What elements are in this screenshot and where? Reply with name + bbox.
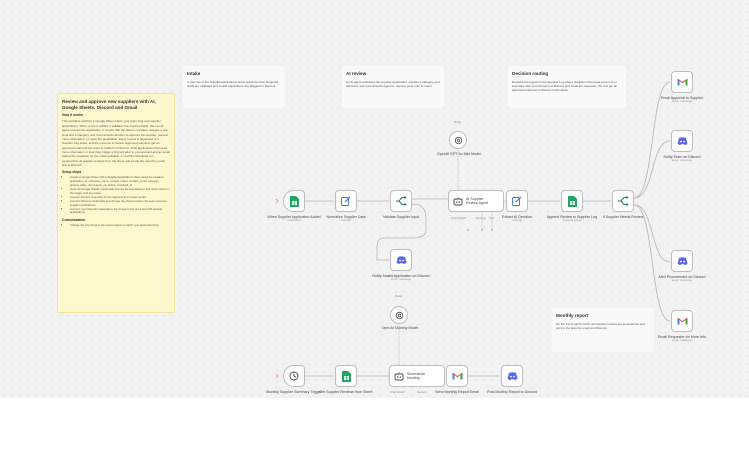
sticky-ai-review[interactable]: AI review An AI agent evaluates the supp… — [342, 66, 444, 108]
node-notify-invalid-label: Notify Invalid Application on Discord sen… — [372, 274, 430, 282]
sticky-intake[interactable]: Intake A new row in the SupplierApplicat… — [183, 66, 285, 108]
node-send-report-label: Send Monthly Report Email — [435, 390, 479, 394]
node-email-approval-label: Email Approval to Supplier send: message — [660, 96, 704, 104]
port-label-model-2: Model — [395, 295, 403, 298]
node-get-reviews[interactable] — [335, 365, 357, 387]
node-summarize-label: Summarize Monthly... — [407, 371, 426, 380]
port-chat-model-2: Chat Model* — [390, 390, 406, 394]
sticky-decision-body: Reviews are logged to the Supplier Log s… — [512, 79, 618, 93]
link-if-email-request — [633, 204, 671, 322]
node-openai-monthly-label: OpenAI Monthly Model — [381, 326, 419, 330]
link-if-alert — [633, 204, 671, 263]
sticky-overview[interactable]: Review and approve new suppliers with AI… — [57, 93, 175, 313]
port-label-model: Model — [454, 121, 462, 124]
sticky-monthly[interactable]: Monthly report On the 1st of each month,… — [552, 308, 654, 352]
node-notify-invalid[interactable] — [390, 249, 412, 271]
setup-steps-list: Create a Google Sheet with a SupplierApp… — [62, 175, 170, 216]
node-normalize[interactable] — [335, 190, 357, 212]
customization-item: Change the AI prompt in the review agent… — [70, 223, 170, 228]
if-branch-icon — [395, 196, 407, 206]
node-notify-team[interactable] — [671, 130, 693, 152]
discord-icon — [677, 256, 687, 265]
if-branch-icon — [617, 196, 629, 206]
node-email-approval[interactable] — [671, 71, 693, 93]
node-post-report[interactable] — [501, 365, 523, 387]
gmail-icon — [452, 372, 462, 380]
node-email-request[interactable] — [671, 310, 693, 332]
sticky-ai-body: An AI agent evaluates the supplier appli… — [346, 79, 440, 89]
port-memory: Memory — [476, 216, 487, 220]
node-append-log[interactable] — [561, 190, 583, 212]
gmail-icon — [677, 317, 687, 325]
node-monthly-trigger[interactable] — [283, 365, 305, 387]
sticky-monthly-title: Monthly report — [556, 313, 589, 318]
openai-icon — [395, 311, 403, 319]
node-extract-label: Extract AI Decision manual — [501, 215, 533, 223]
link-if-notify-team — [633, 140, 671, 199]
node-get-reviews-label: Get Supplier Reviews from Sheet — [319, 390, 373, 394]
robot-icon — [394, 372, 404, 380]
how-it-works-body: This workflow watches a Google Sheet whe… — [62, 119, 170, 167]
sticky-monthly-body: On the 1st of each month, all supplier r… — [556, 321, 645, 331]
clock-icon — [289, 371, 299, 381]
sticky-decision[interactable]: Decision routing Reviews are logged to t… — [508, 66, 626, 108]
node-alert-procurement-label: Alert Procurement on Discord send: messag… — [658, 275, 706, 283]
google-sheets-icon — [567, 195, 577, 207]
discord-icon — [677, 136, 687, 145]
openai-icon — [454, 136, 462, 144]
robot-icon — [453, 197, 463, 205]
gmail-icon — [677, 78, 687, 86]
how-it-works-heading: How it works — [62, 113, 83, 118]
google-sheets-icon — [341, 370, 351, 382]
node-extract-decision[interactable] — [506, 190, 528, 212]
node-validate[interactable] — [390, 190, 412, 212]
sticky-decision-title: Decision routing — [512, 71, 549, 76]
node-openai-monthly-model[interactable] — [390, 306, 408, 324]
node-post-report-label: Post Monthly Report to Discord — [487, 390, 537, 394]
discord-icon — [396, 255, 406, 264]
node-if-needs-review[interactable] — [612, 190, 634, 212]
google-sheets-icon — [289, 195, 299, 207]
node-ai-agent-label: AI Supplier Review Agent — [466, 196, 488, 205]
node-validate-label: Validate Supplier Input — [383, 215, 419, 219]
node-openai-model[interactable] — [449, 131, 467, 149]
node-supplier-trigger[interactable] — [283, 190, 305, 212]
sticky-ai-title: AI review — [346, 71, 367, 76]
setup-step: Connect your OpenAI credential to the AI… — [70, 207, 170, 216]
sticky-intake-body: A new row in the SupplierApplications sh… — [187, 79, 279, 89]
discord-icon — [507, 371, 517, 380]
setup-steps-heading: Setup steps — [62, 170, 82, 175]
node-if-label: If Supplier Needs Review — [602, 215, 644, 219]
customization-list: Change the AI prompt in the review agent… — [62, 223, 170, 228]
port-chat-model: Chat Model* — [451, 216, 467, 220]
node-alert-procurement[interactable] — [671, 250, 693, 272]
node-openai-model-label: OpenAI GPT-4o Mini Model — [437, 152, 481, 156]
sticky-intake-title: Intake — [187, 71, 201, 76]
node-normalize-label: Normalize Supplier Data manual — [326, 215, 366, 223]
node-email-request-label: Email Requester for More Info send: messa… — [658, 335, 706, 343]
node-notify-team-label: Notify Team on Discord send: message — [663, 155, 701, 163]
edit-icon — [512, 196, 522, 206]
node-send-report[interactable] — [446, 365, 468, 387]
workflow-canvas[interactable]: Intake A new row in the SupplierApplicat… — [0, 0, 749, 398]
overview-title: Review and approve new suppliers with AI… — [62, 99, 156, 110]
customization-heading: Customization — [62, 218, 86, 223]
edit-icon — [341, 196, 351, 206]
node-ai-agent[interactable]: AI Supplier Review Agent — [448, 190, 504, 212]
node-summarize[interactable]: Summarize Monthly... — [389, 365, 445, 387]
